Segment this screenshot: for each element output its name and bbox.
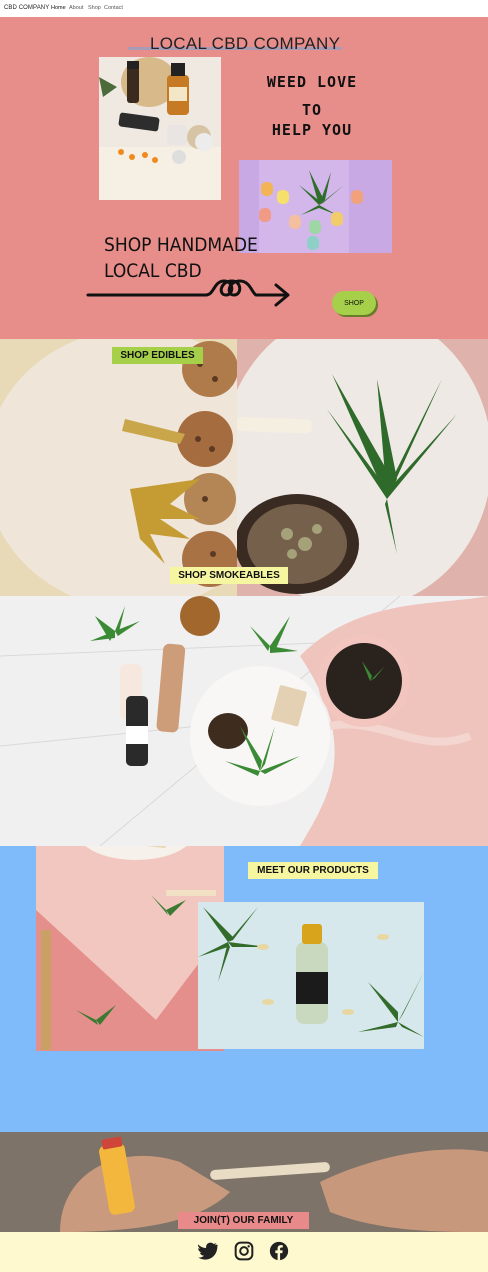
- smokeables-photo[interactable]: [237, 339, 488, 596]
- pink-table-photo: [36, 846, 224, 1051]
- shop-smokeables-label[interactable]: SHOP SMOKEABLES: [170, 567, 288, 584]
- join-our-family-label[interactable]: JOIN(T) OUR FAMILY: [178, 1212, 309, 1229]
- hero-title: LOCAL CBD COMPANY: [150, 34, 341, 53]
- tagline-line-3: HELP YOU: [271, 121, 353, 139]
- brand-name[interactable]: CBD COMPANY: [4, 5, 49, 11]
- hero-section: LOCAL CBD COMPANY WEED LOVE TO HELP YOU: [0, 17, 488, 339]
- shop-heading-line-1: SHOP HANDMADE: [104, 234, 258, 256]
- family-photo: JOIN(T) OUR FAMILY: [0, 1132, 488, 1232]
- tagline-line-2: TO: [301, 101, 323, 119]
- tagline-line-1: WEED LOVE: [266, 73, 358, 91]
- twitter-icon[interactable]: [198, 1242, 218, 1260]
- flatlay-photo: [0, 596, 488, 846]
- products-section: MEET OUR PRODUCTS: [0, 846, 488, 1132]
- oil-bottle-photo: [198, 902, 424, 1049]
- squiggle-arrow-icon: [86, 279, 290, 307]
- nav-link-home[interactable]: Home: [51, 5, 66, 11]
- footer: [0, 1232, 488, 1272]
- instagram-icon[interactable]: [234, 1241, 254, 1261]
- top-navigation: CBD COMPANY Home About Shop Contact: [0, 0, 488, 18]
- nav-link-contact[interactable]: Contact: [104, 5, 123, 11]
- edibles-photo[interactable]: [0, 339, 237, 596]
- facebook-icon[interactable]: [269, 1241, 289, 1261]
- cbd-oil-bottles-photo: [99, 57, 221, 200]
- shop-edibles-label[interactable]: SHOP EDIBLES: [112, 347, 203, 364]
- cbd-gummies-photo: [239, 160, 392, 253]
- shop-button[interactable]: SHOP: [332, 291, 376, 315]
- nav-link-shop[interactable]: Shop: [88, 5, 101, 11]
- meet-our-products-label[interactable]: MEET OUR PRODUCTS: [248, 862, 378, 879]
- nav-link-about[interactable]: About: [69, 5, 83, 11]
- shop-categories-section: SHOP EDIBLES SHOP SMOKEABLES: [0, 339, 488, 596]
